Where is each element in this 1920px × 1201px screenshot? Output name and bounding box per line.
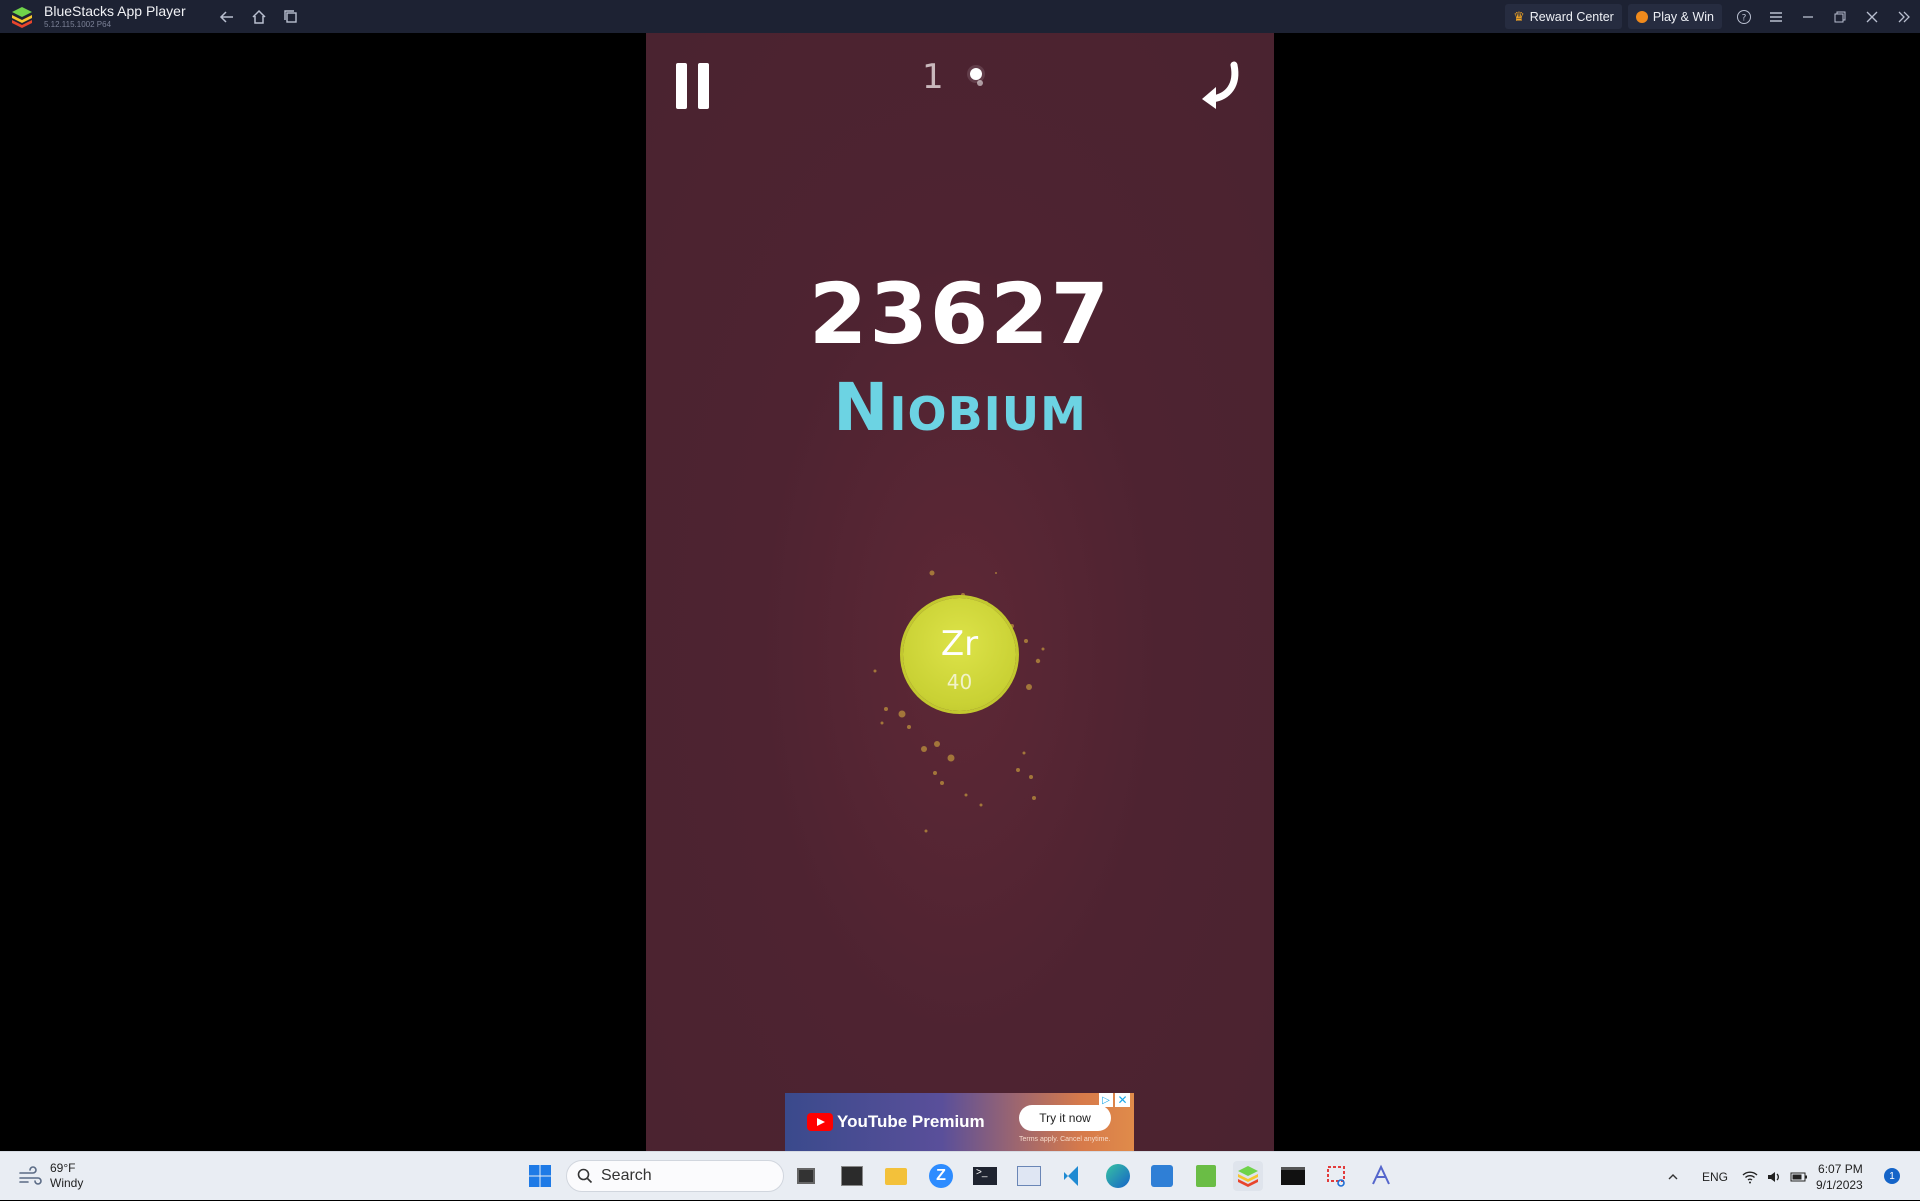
svg-text:?: ? [1742, 13, 1747, 23]
battery-icon[interactable] [1790, 1152, 1808, 1201]
terminal-icon[interactable]: >_ [970, 1161, 1000, 1191]
adchoices-icon[interactable]: ▷ [1099, 1093, 1113, 1107]
ad-terms: Terms apply. Cancel anytime. [1019, 1136, 1111, 1143]
recent-apps-icon[interactable] [280, 6, 302, 28]
tray-overflow-icon[interactable] [1666, 1152, 1680, 1201]
ad-close-icon[interactable]: ✕ [1115, 1093, 1130, 1107]
pause-button[interactable] [674, 63, 714, 109]
folder-icon[interactable] [881, 1161, 911, 1191]
play-win-label: Play & Win [1652, 9, 1714, 24]
wind-icon [19, 1166, 42, 1185]
ad-cta-button[interactable]: Try it now [1019, 1105, 1111, 1131]
weather-desc: Windy [50, 1176, 84, 1190]
weather-temp: 69°F [50, 1161, 76, 1175]
pause-bar-left [676, 63, 687, 109]
editor-icon[interactable] [1366, 1161, 1396, 1191]
minimize-icon[interactable] [1792, 0, 1824, 33]
notification-badge[interactable]: 1 [1884, 1168, 1900, 1184]
search-icon [577, 1168, 593, 1184]
photos-icon[interactable] [1014, 1161, 1044, 1191]
coin-icon [1635, 10, 1648, 23]
undo-icon[interactable] [1194, 59, 1246, 111]
score: 23627 [808, 265, 1112, 363]
atom-zirconium[interactable]: Zr 40 [903, 598, 1016, 711]
help-icon[interactable]: ? [1728, 0, 1760, 33]
ad-brand: YouTube Premium [837, 1112, 985, 1131]
wifi-icon[interactable] [1742, 1152, 1758, 1201]
bluestacks-icon[interactable] [1233, 1161, 1263, 1191]
system-clock[interactable]: 6:07 PM 9/1/2023 [1816, 1161, 1863, 1193]
weather-widget[interactable]: 69°F Windy [18, 1161, 83, 1191]
play-win-button[interactable]: Play & Win [1627, 4, 1722, 29]
edge-icon[interactable] [1103, 1161, 1133, 1191]
notepad-icon[interactable] [1191, 1161, 1221, 1191]
crown-icon: ♛ [1513, 8, 1525, 24]
clock-date: 9/1/2023 [1816, 1178, 1863, 1192]
pause-bar-right [698, 63, 709, 109]
bluestacks-logo-icon [12, 6, 32, 28]
paint-icon[interactable] [1147, 1161, 1177, 1191]
back-arrow-icon[interactable] [216, 6, 238, 28]
close-icon[interactable] [1856, 0, 1888, 33]
element-name: Niobium [833, 369, 1087, 446]
ad-banner[interactable]: YouTube Premium Try it now Terms apply. … [785, 1093, 1134, 1151]
atom-symbol: Zr [940, 624, 979, 664]
clock-time: 6:07 PM [1818, 1162, 1863, 1176]
app-title: BlueStacks App Player 5.12.115.1002 P64 [44, 4, 186, 29]
youtube-logo-icon [807, 1113, 833, 1131]
language-indicator[interactable]: ENG [1702, 1152, 1728, 1201]
app-version: 5.12.115.1002 P64 [44, 20, 112, 29]
zoom-icon[interactable]: Z [926, 1161, 956, 1191]
search-placeholder: Search [601, 1167, 652, 1184]
snip-icon[interactable] [1322, 1161, 1352, 1191]
vscode-icon[interactable] [1058, 1161, 1088, 1191]
atom-number: 40 [946, 670, 973, 694]
electron-icon [967, 65, 985, 86]
media-icon[interactable] [837, 1161, 867, 1191]
reward-center-button[interactable]: ♛ Reward Center [1505, 4, 1622, 29]
level-counter: 1 [922, 57, 944, 97]
taskbar: 69°F Windy Search Z >_ ENG 6:07 PM 9/1/2… [0, 1151, 1920, 1200]
expand-sidebar-icon[interactable] [1888, 0, 1920, 33]
taskbar-search[interactable]: Search [566, 1160, 784, 1192]
cmd-icon[interactable] [1278, 1161, 1308, 1191]
home-icon[interactable] [248, 6, 270, 28]
game-screen[interactable]: 1 23627 Niobium Zr 40 [646, 33, 1274, 1151]
file-manager-icon[interactable] [791, 1161, 821, 1191]
menu-icon[interactable] [1760, 0, 1792, 33]
title-bar: BlueStacks App Player 5.12.115.1002 P64 … [0, 0, 1920, 33]
windows-start-icon[interactable] [528, 1164, 552, 1188]
volume-icon[interactable] [1766, 1152, 1782, 1201]
restore-icon[interactable] [1824, 0, 1856, 33]
reward-center-label: Reward Center [1529, 9, 1614, 24]
app-name: BlueStacks App Player [44, 3, 186, 19]
